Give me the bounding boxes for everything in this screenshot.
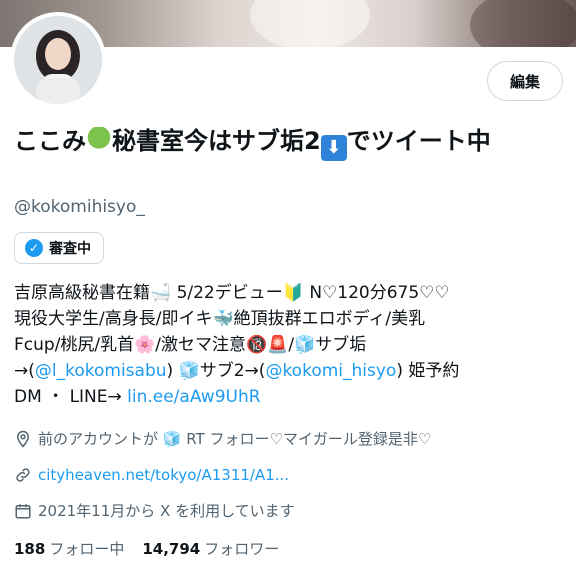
down-arrow-emoji-icon: ⬇ — [320, 135, 347, 161]
banner-highlight — [250, 0, 370, 47]
verified-badge-icon: ✓ — [25, 239, 43, 257]
edit-profile-button[interactable]: 編集 — [487, 61, 563, 101]
following-count: 188 — [14, 540, 46, 558]
display-name-part3: でツイート中 — [346, 127, 491, 155]
joined-row: 2021年11月から X を利用しています — [14, 500, 295, 521]
display-name: ここみ 秘書室今はサブ垢2 ⬇ でツイート中 — [14, 121, 564, 161]
following-stat[interactable]: 188 フォロー中 — [14, 538, 124, 559]
location-text: 前のアカウントが 🧊 RT フォロー♡マイガール登録是非♡ — [38, 430, 432, 448]
bio-line-1: 吉原高級秘書在籍🛁 5/22デビュー🔰 N♡120分675♡♡ — [14, 283, 450, 303]
follow-stats: 188 フォロー中 14,794 フォロワー — [14, 538, 279, 559]
calendar-icon — [15, 503, 31, 518]
display-name-part2: 秘書室今はサブ垢2 — [112, 127, 321, 155]
link-icon — [16, 468, 30, 482]
website-link[interactable]: cityheaven.net/tokyo/A1311/A1... — [38, 466, 289, 484]
avatar-image — [14, 16, 102, 104]
bio: 吉原高級秘書在籍🛁 5/22デビュー🔰 N♡120分675♡♡ 現役大学生/高身… — [14, 280, 569, 410]
banner-shadow — [470, 0, 576, 47]
followers-stat[interactable]: 14,794 フォロワー — [142, 538, 279, 559]
location-pin-icon — [16, 430, 30, 448]
location-row: 前のアカウントが 🧊 RT フォロー♡マイガール登録是非♡ — [14, 428, 431, 449]
avatar[interactable] — [10, 12, 106, 108]
bio-line-5: DM ・ LINE→ lin.ee/aAw9UhR — [14, 387, 261, 407]
mention-link-sub2[interactable]: @kokomi_hisyo — [265, 361, 396, 381]
bio-line-3: Fcup/桃尻/乳首🌸/激セマ注意🔞🚨/🧊サブ垢 — [14, 335, 367, 355]
line-link[interactable]: lin.ee/aAw9UhR — [127, 387, 260, 407]
website-row: cityheaven.net/tokyo/A1311/A1... — [14, 466, 289, 484]
user-handle: @kokomihisyo_ — [14, 197, 145, 217]
verification-chip[interactable]: ✓ 審査中 — [14, 232, 104, 264]
mention-link-sub1[interactable]: @l_kokomisabu — [35, 361, 167, 381]
following-label: フォロー中 — [49, 540, 125, 558]
bio-line-2: 現役大学生/高身長/即イキ🐳絶頂抜群エロボディ/美乳 — [14, 309, 426, 329]
followers-label: フォロワー — [204, 540, 280, 558]
verification-label: 審査中 — [49, 241, 91, 257]
tree-emoji-icon — [86, 127, 112, 153]
joined-text: 2021年11月から X を利用しています — [38, 502, 295, 520]
followers-count: 14,794 — [142, 540, 201, 558]
bio-line-4: →(@l_kokomisabu) 🧊サブ2→(@kokomi_hisyo) 姫予… — [14, 361, 460, 381]
display-name-part1: ここみ — [14, 127, 86, 155]
